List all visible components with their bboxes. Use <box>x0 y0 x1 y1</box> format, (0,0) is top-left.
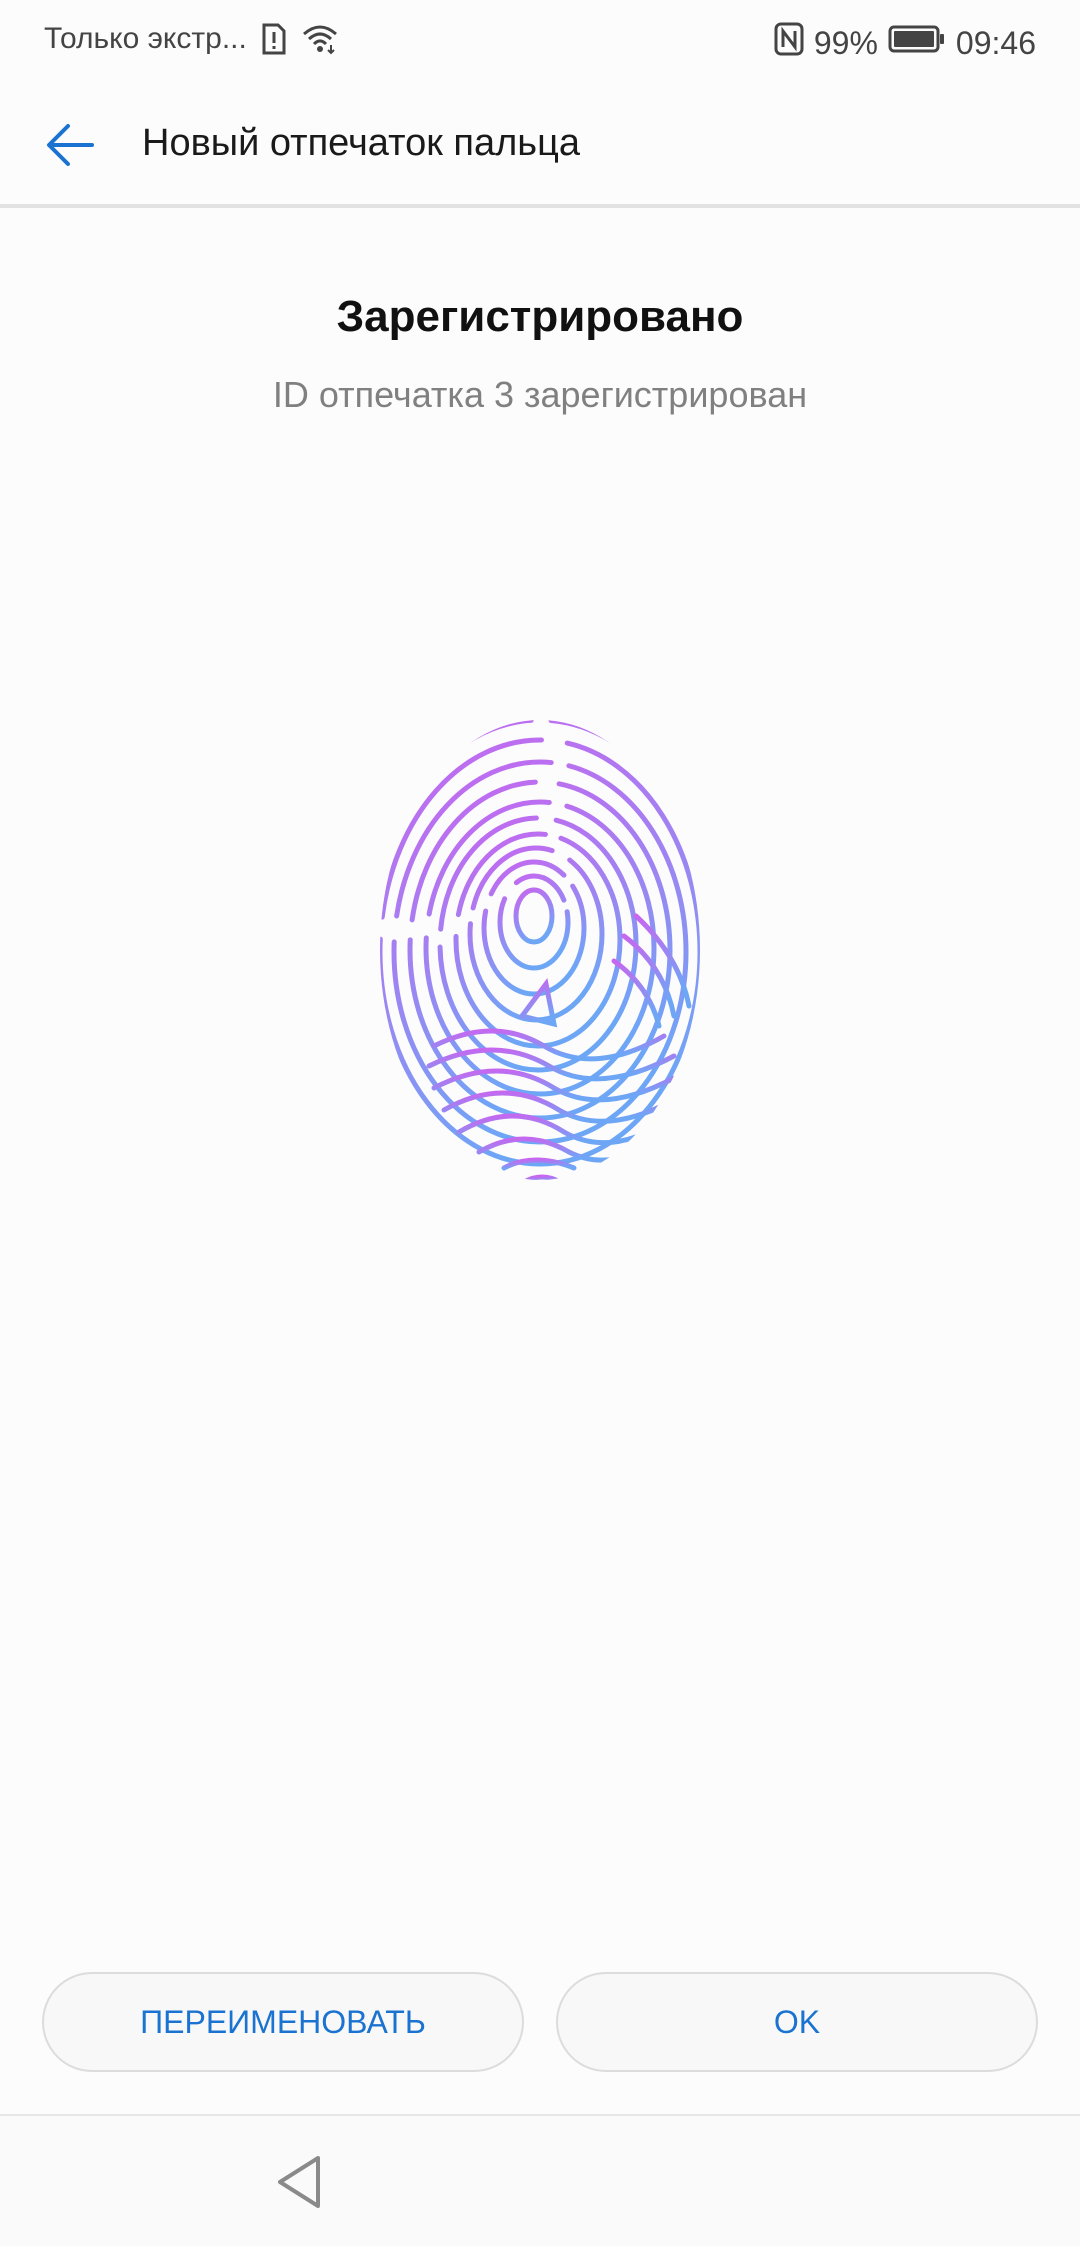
triangle-back-icon[interactable] <box>272 2152 328 2212</box>
battery-icon <box>888 24 946 62</box>
app-bar: Новый отпечаток пальца <box>0 86 1080 208</box>
status-right: 99% 09:46 <box>764 22 1036 64</box>
status-heading: Зарегистрировано <box>336 292 744 341</box>
status-left: Только экстр... <box>44 22 339 56</box>
battery-percent: 99% <box>813 24 878 61</box>
fingerprint-icon <box>374 716 706 1188</box>
carrier-label: Только экстр... <box>44 22 247 55</box>
status-subheading: ID отпечатка 3 зарегистрирован <box>272 374 808 415</box>
status-bar: Только экстр... 99% 09:46 <box>0 0 1080 86</box>
wifi-icon <box>301 23 339 55</box>
nfc-icon <box>774 22 804 64</box>
navigation-bar <box>0 2114 1080 2246</box>
ok-button[interactable]: OK <box>556 1972 1038 2072</box>
clock: 09:46 <box>955 24 1036 61</box>
page-title: Новый отпечаток пальца <box>142 122 580 164</box>
back-button[interactable] <box>30 110 110 180</box>
sim-alert-icon <box>261 23 287 55</box>
rename-button[interactable]: ПЕРЕИМЕНОВАТЬ <box>42 1972 524 2072</box>
arrow-left-icon <box>47 124 94 166</box>
